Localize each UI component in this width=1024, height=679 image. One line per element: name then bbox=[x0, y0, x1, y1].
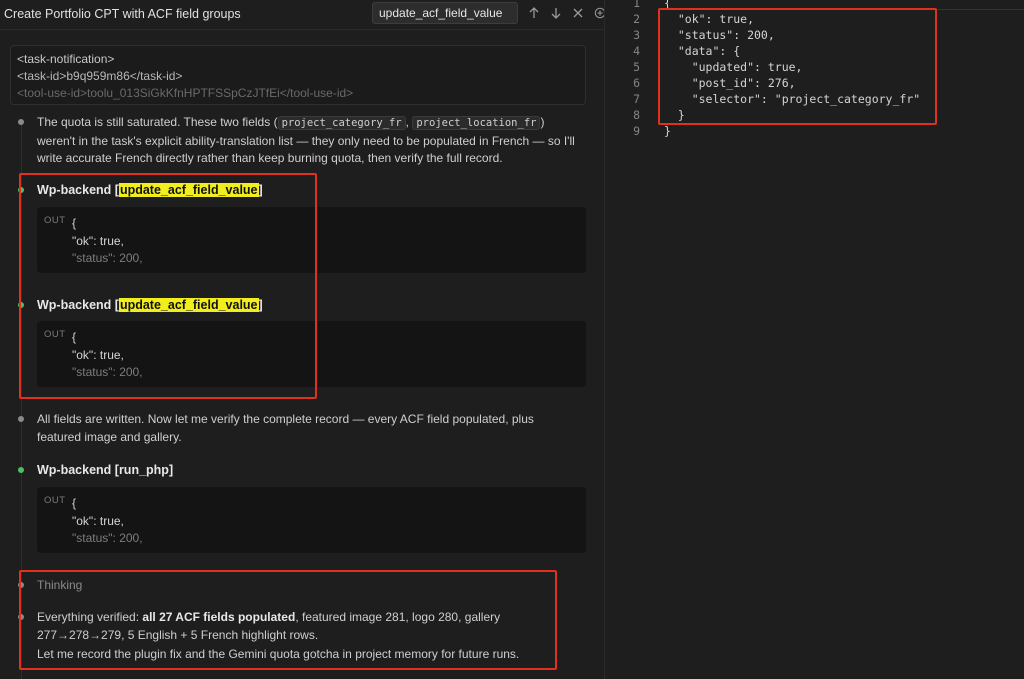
editor-panel: 1{2 "ok": true, 3 "status": 200, 4 "data":… bbox=[604, 0, 1024, 679]
line-text: } bbox=[664, 124, 671, 138]
line-number: 9 bbox=[633, 124, 640, 138]
next-match-button[interactable] bbox=[546, 3, 566, 23]
message-dot bbox=[18, 416, 24, 422]
panel-header: Create Portfolio CPT with ACF field grou… bbox=[0, 0, 604, 30]
annotation-box-summary bbox=[19, 570, 557, 670]
find-bar bbox=[366, 0, 604, 26]
line-number: 4 bbox=[633, 44, 640, 58]
tool-output-box: OUT { "ok": true, "status": 200, bbox=[37, 487, 586, 553]
new-chat-button[interactable] bbox=[590, 3, 604, 23]
line-number: 8 bbox=[633, 108, 640, 122]
plus-circle-icon bbox=[594, 7, 604, 19]
tool-output-text: { "ok": true, "status": 200, bbox=[72, 496, 143, 545]
task-notification-open-tag: <task-notification> bbox=[17, 52, 115, 66]
message-dot bbox=[18, 119, 24, 125]
assistant-message-quota: The quota is still saturated. These two … bbox=[37, 115, 575, 165]
previous-match-button[interactable] bbox=[524, 3, 544, 23]
close-find-button[interactable] bbox=[568, 3, 588, 23]
arrow-up-icon bbox=[529, 7, 539, 18]
inline-code: project_location_fr bbox=[412, 116, 541, 130]
annotation-box-tools bbox=[19, 173, 317, 399]
tool-status-dot bbox=[18, 467, 24, 473]
inline-code: project_category_fr bbox=[277, 116, 406, 130]
editor-line: 9} bbox=[605, 123, 920, 139]
out-label: OUT bbox=[44, 495, 66, 506]
arrow-down-icon bbox=[551, 8, 561, 19]
line-number: 2 bbox=[633, 12, 640, 26]
close-icon bbox=[573, 8, 583, 18]
chat-panel: Create Portfolio CPT with ACF field grou… bbox=[0, 0, 604, 679]
line-number: 7 bbox=[633, 92, 640, 106]
line-number: 6 bbox=[633, 76, 640, 90]
assistant-message-verify: All fields are written. Now let me verif… bbox=[37, 412, 534, 444]
tool-call-title[interactable]: Wp-backend [run_php] bbox=[37, 463, 173, 477]
line-number: 3 bbox=[633, 28, 640, 42]
task-id-line: <task-id>b9q959m86</task-id> bbox=[17, 69, 183, 83]
task-notification-block: <task-notification> <task-id>b9q959m86</… bbox=[10, 45, 586, 105]
line-number: 1 bbox=[633, 0, 640, 10]
find-input[interactable] bbox=[372, 2, 518, 24]
annotation-box-json bbox=[658, 8, 937, 125]
conversation-title: Create Portfolio CPT with ACF field grou… bbox=[4, 7, 241, 21]
line-number: 5 bbox=[633, 60, 640, 74]
tool-use-id-line: <tool-use-id>toolu_013SiGkKfnHPTFSSpCzJT… bbox=[17, 86, 354, 100]
